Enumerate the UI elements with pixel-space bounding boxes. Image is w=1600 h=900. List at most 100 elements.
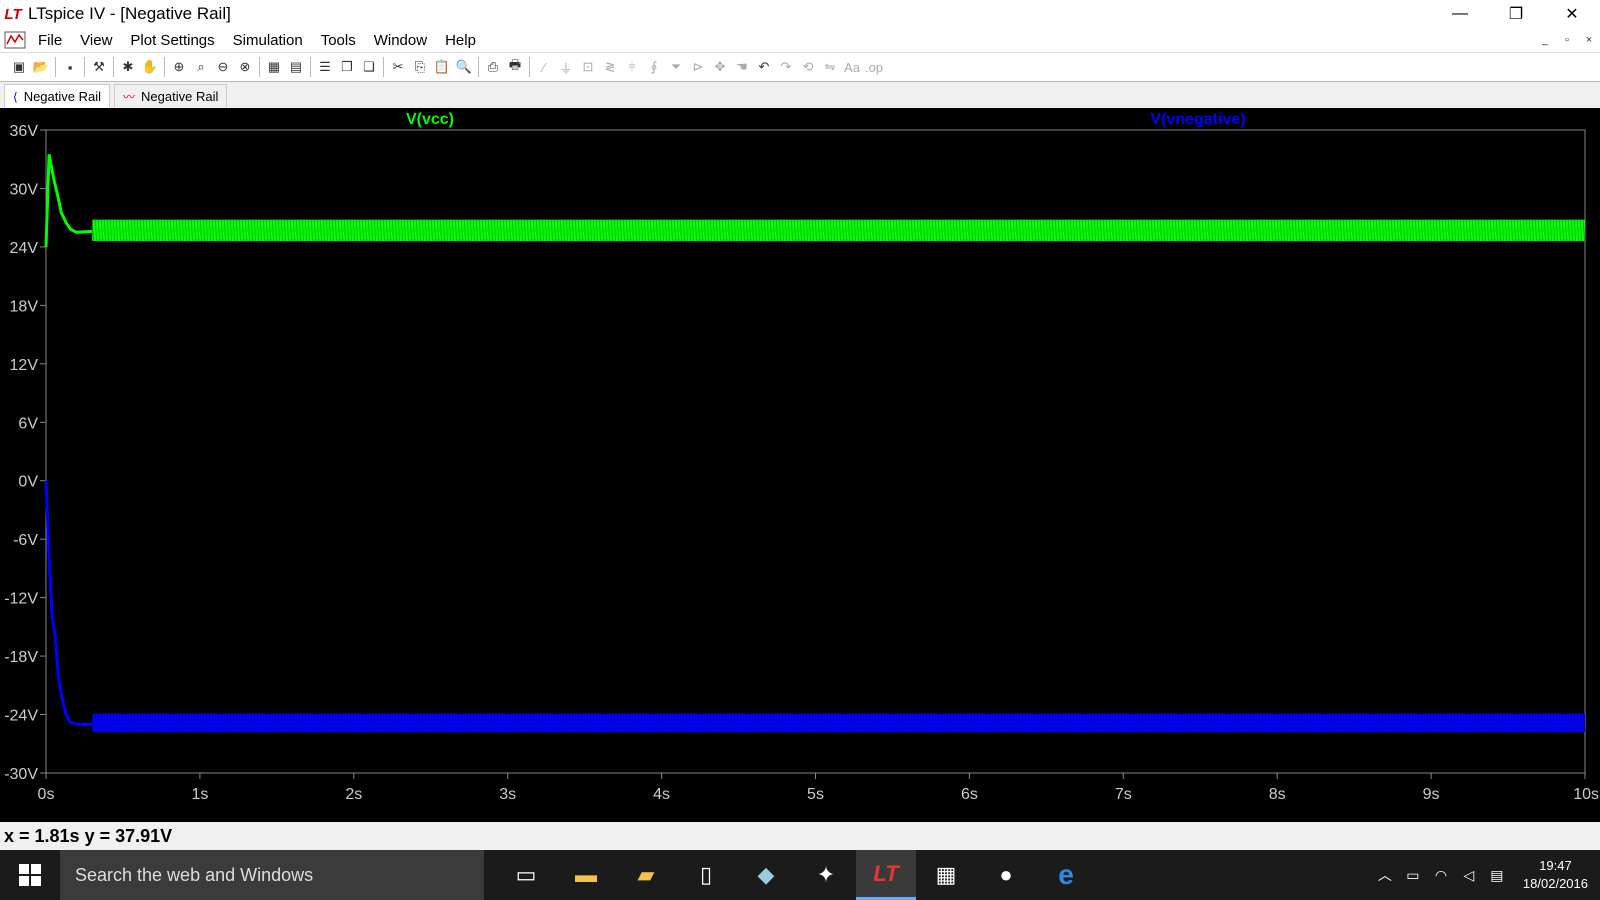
waveform-plot[interactable]: 36V 30V 24V 18V 12V 6V 0V -6V -12V -18V -24V -30V0s… (0, 108, 1600, 822)
volume-icon[interactable]: ◁ (1455, 867, 1483, 884)
tab-schematic[interactable]: ⟨ Negative Rail (4, 84, 111, 108)
y-tick-label: -12V (4, 591, 38, 608)
toolbar: ▣ 📂 ▪ ⚒ ✱ ✋ ⊕ ⌕ ⊖ ⊗ ▦ ▤ ☰ ❒ ❏ ✂ ⎘ 📋 🔍 ⎙ … (0, 52, 1600, 82)
new-schematic-icon[interactable]: ▣ (8, 56, 30, 78)
schematic-icon: ⟨ (13, 89, 18, 104)
zoom-out-icon[interactable]: ⊖ (212, 56, 234, 78)
search-placeholder: Search the web and Windows (75, 864, 314, 885)
cascade-icon[interactable]: ❒ (336, 56, 358, 78)
copy-icon[interactable]: ⎘ (409, 56, 431, 78)
y-tick-label: -6V (13, 532, 38, 549)
windows-taskbar: Search the web and Windows ▭ ▬ ▰ ▯ ◆ ✦ L… (0, 850, 1600, 900)
fox-app-icon[interactable]: ✦ (796, 850, 856, 900)
spice-directive-icon[interactable]: .op (863, 56, 885, 78)
ground-icon[interactable]: ⏚ (555, 56, 577, 78)
rotate-icon[interactable]: ⟲ (797, 56, 819, 78)
mdi-close-button[interactable]: × (1578, 28, 1600, 52)
print-preview-icon[interactable]: ⎙ (482, 56, 504, 78)
series-legend-label: V(vnegative) (1150, 111, 1245, 128)
zoom-in-icon[interactable]: ⊕ (168, 56, 190, 78)
y-tick-label: 30V (10, 181, 39, 198)
inductor-icon[interactable]: ∮ (643, 56, 665, 78)
menu-window[interactable]: Window (374, 32, 427, 49)
clock-time: 19:47 (1539, 858, 1572, 873)
mdi-restore-button[interactable]: ▫ (1556, 28, 1578, 52)
resistor-icon[interactable]: ≷ (599, 56, 621, 78)
tab-label: Negative Rail (141, 89, 219, 104)
undo-icon[interactable]: ↶ (753, 56, 775, 78)
zoom-area-icon[interactable]: ⌕ (190, 56, 212, 78)
x-tick-label: 10s (1573, 786, 1599, 803)
app-blue-icon[interactable]: ◆ (736, 850, 796, 900)
halt-icon[interactable]: ✋ (139, 56, 161, 78)
mdi-minimize-button[interactable]: _ (1534, 28, 1556, 52)
x-tick-label: 3s (499, 786, 516, 803)
grid-icon[interactable]: ▤ (285, 56, 307, 78)
menu-help[interactable]: Help (445, 32, 476, 49)
wifi-icon[interactable]: ◠ (1427, 867, 1455, 884)
capacitor-icon[interactable]: ⫩ (621, 56, 643, 78)
wire-icon[interactable]: ∕ (533, 56, 555, 78)
document-icon[interactable]: ▯ (676, 850, 736, 900)
move-icon[interactable]: ✥ (709, 56, 731, 78)
waveform-window-icon[interactable] (4, 30, 26, 50)
tab-label: Negative Rail (23, 89, 102, 104)
diode-icon[interactable]: ⏷ (665, 56, 687, 78)
mirror-icon[interactable]: ⇋ (819, 56, 841, 78)
show-hidden-icons-icon[interactable]: ︿ (1371, 865, 1399, 885)
label-net-icon[interactable]: ⊡ (577, 56, 599, 78)
control-panel-icon[interactable]: ⚒ (88, 56, 110, 78)
menu-plot-settings[interactable]: Plot Settings (130, 32, 214, 49)
tile-horizontal-icon[interactable]: ☰ (314, 56, 336, 78)
clock[interactable]: 19:47 18/02/2016 (1523, 857, 1588, 893)
x-tick-label: 8s (1269, 786, 1286, 803)
y-tick-label: 18V (10, 298, 39, 315)
edge-browser-icon[interactable]: e (1036, 850, 1096, 900)
menu-bar: File View Plot Settings Simulation Tools… (0, 28, 1600, 52)
paste-icon[interactable]: 📋 (431, 56, 453, 78)
open-icon[interactable]: 📂 (30, 56, 52, 78)
find-icon[interactable]: 🔍 (453, 56, 475, 78)
menu-view[interactable]: View (80, 32, 112, 49)
tab-waveform[interactable]: 〰 Negative Rail (114, 84, 228, 108)
y-tick-label: 24V (10, 240, 39, 257)
restore-button[interactable]: ❐ (1488, 0, 1544, 28)
run-icon[interactable]: ✱ (117, 56, 139, 78)
autorange-icon[interactable]: ▦ (263, 56, 285, 78)
zoom-fit-icon[interactable]: ⊗ (234, 56, 256, 78)
tile-vertical-icon[interactable]: ❏ (358, 56, 380, 78)
calculator-icon[interactable]: ▦ (916, 850, 976, 900)
window-title: LTspice IV - [Negative Rail] (28, 4, 231, 23)
redo-icon[interactable]: ↷ (775, 56, 797, 78)
print-icon[interactable]: 🖶 (504, 56, 526, 78)
drag-icon[interactable]: ☚ (731, 56, 753, 78)
menu-tools[interactable]: Tools (321, 32, 356, 49)
battery-icon[interactable]: ▭ (1399, 867, 1427, 884)
notifications-icon[interactable]: ▤ (1483, 867, 1511, 884)
status-bar: x = 1.81s y = 37.91V (0, 822, 1600, 850)
x-tick-label: 4s (653, 786, 670, 803)
file-explorer-icon[interactable]: ▬ (556, 850, 616, 900)
menu-simulation[interactable]: Simulation (233, 32, 303, 49)
start-button[interactable] (0, 850, 60, 900)
save-icon[interactable]: ▪ (59, 56, 81, 78)
paint-icon[interactable]: ● (976, 850, 1036, 900)
waveform-icon: 〰 (123, 90, 136, 104)
task-view-icon[interactable]: ▭ (496, 850, 556, 900)
minimize-button[interactable]: — (1432, 0, 1488, 28)
close-button[interactable]: ✕ (1544, 0, 1600, 28)
ltspice-taskbar-icon[interactable]: LT (856, 850, 916, 900)
series-line (44, 480, 93, 726)
component-icon[interactable]: ⊳ (687, 56, 709, 78)
taskbar-search-box[interactable]: Search the web and Windows (60, 850, 484, 900)
title-bar: LT LTspice IV - [Negative Rail] — ❐ ✕ (0, 0, 1600, 28)
ltspice-app-icon: LT (4, 5, 22, 23)
menu-file[interactable]: File (38, 32, 62, 49)
x-tick-label: 1s (191, 786, 208, 803)
y-tick-label: -30V (4, 766, 38, 783)
y-tick-label: -24V (4, 708, 38, 725)
text-icon[interactable]: Aa (841, 56, 863, 78)
cut-icon[interactable]: ✂ (387, 56, 409, 78)
y-tick-label: 36V (10, 123, 39, 140)
folder-icon[interactable]: ▰ (616, 850, 676, 900)
